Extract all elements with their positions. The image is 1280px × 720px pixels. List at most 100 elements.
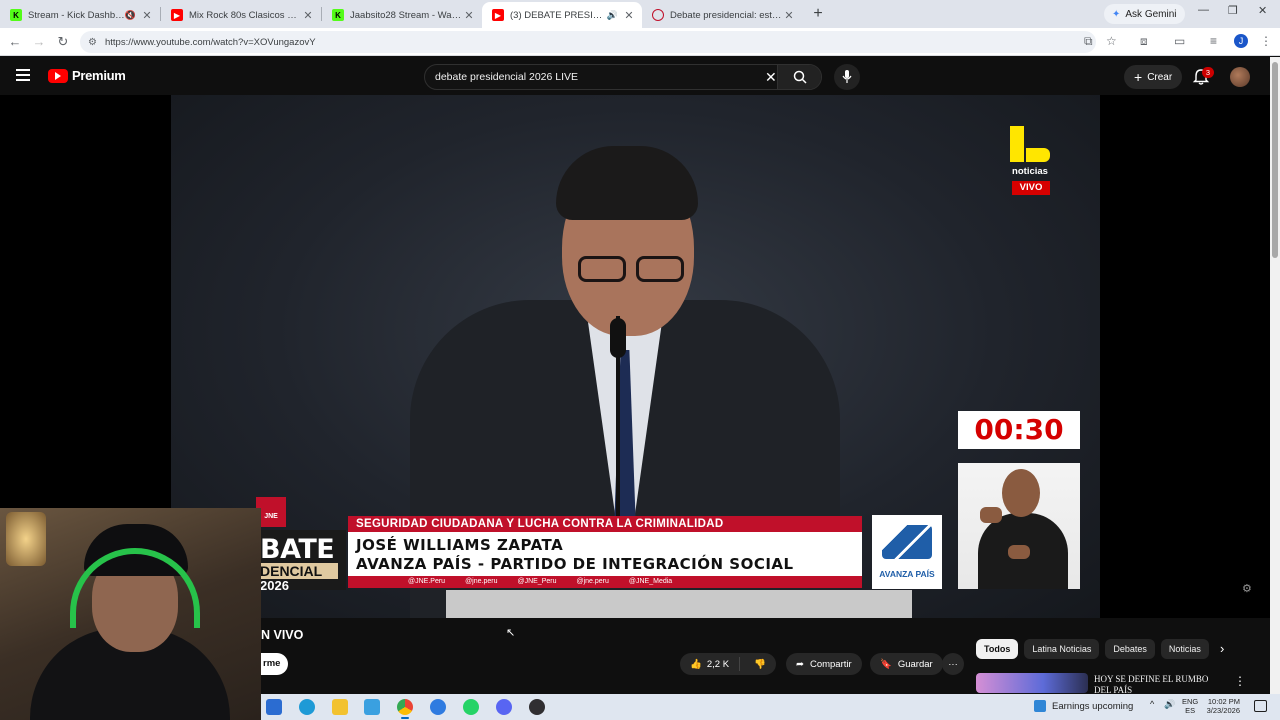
debate-word: BATE (260, 534, 335, 565)
chip-noticias[interactable]: Noticias (1160, 639, 1209, 659)
chip-latina-noticias[interactable]: Latina Noticias (1024, 639, 1100, 659)
minimize-icon[interactable]: — (1198, 4, 1209, 16)
site-info-icon[interactable]: ⚙ (88, 37, 97, 48)
extensions-icon[interactable]: ⧈ (1140, 34, 1148, 49)
profile-avatar[interactable]: J (1234, 34, 1248, 48)
notification-center-icon[interactable] (1254, 700, 1267, 712)
new-tab-button[interactable]: + (806, 5, 830, 23)
sign-language-interpreter (958, 463, 1080, 589)
tab-debate-article[interactable]: Debate presidencial: estos son ✕ (642, 2, 802, 28)
file-explorer-icon[interactable] (332, 699, 348, 715)
address-bar[interactable]: ⚙ https://www.youtube.com/watch?v=XOVung… (80, 31, 1096, 53)
audio-playing-icon[interactable]: 🔊 (607, 10, 618, 21)
like-dislike-group: 👍 2,2 K 👎 (680, 653, 776, 675)
edge-icon[interactable] (299, 699, 315, 715)
like-button[interactable]: 👍 2,2 K (680, 657, 741, 671)
podium (446, 590, 912, 618)
tab-jaabsito-stream[interactable]: K Jaabsito28 Stream - Watch Live ✕ (322, 2, 482, 28)
volume-icon[interactable]: 🔊 (1164, 699, 1175, 710)
kick-icon: K (332, 9, 344, 21)
live-tag: VIVO (1012, 181, 1050, 195)
thumbs-down-icon: 👎 (754, 658, 766, 670)
related-filter-chips: Todos Latina Noticias Debates Noticias (976, 639, 1209, 659)
scrollbar-thumb[interactable] (1272, 62, 1278, 258)
player-settings-icon[interactable]: ⚙ (1242, 582, 1252, 595)
subscribe-button[interactable]: rme (261, 653, 289, 675)
recommended-thumbnail[interactable] (976, 673, 1088, 693)
chevron-right-icon[interactable]: › (1220, 641, 1224, 656)
search-input[interactable] (435, 71, 755, 83)
share-button[interactable]: ➦ Compartir (786, 653, 862, 675)
active-app-indicator (401, 717, 409, 719)
page-icon (652, 9, 664, 21)
dislike-button[interactable]: 👎 (746, 659, 774, 670)
clock[interactable]: 10:02 PM 3/23/2026 (1204, 697, 1240, 715)
app-icon[interactable] (430, 699, 446, 715)
tab-title: (3) DEBATE PRESIDENCIAL (510, 9, 607, 21)
close-tab-icon[interactable]: ✕ (622, 9, 636, 22)
discord-icon[interactable] (496, 699, 512, 715)
party-logo-name: AVANZA PAÍS (879, 569, 935, 579)
plus-icon: + (1134, 69, 1143, 85)
store-icon[interactable] (364, 699, 380, 715)
chip-todos[interactable]: Todos (976, 639, 1019, 659)
browser-tab-strip: K Stream - Kick Dashboard 🔇 ✕ ▶ Mix Rock… (0, 0, 1280, 28)
debate-timer: 00:30 (958, 411, 1080, 449)
side-panel-icon[interactable]: ▭ (1174, 34, 1185, 48)
kick-icon: K (10, 9, 22, 21)
whatsapp-icon[interactable] (463, 699, 479, 715)
obs-icon[interactable] (529, 699, 545, 715)
recommended-more-icon[interactable]: ⋮ (1234, 674, 1246, 688)
account-avatar[interactable] (1230, 67, 1250, 87)
menu-icon[interactable]: ⋮ (1260, 34, 1272, 48)
tray-chevron-icon[interactable]: ^ (1150, 699, 1154, 709)
bookmark-star-icon[interactable]: ☆ (1106, 34, 1117, 48)
close-tab-icon[interactable]: ✕ (140, 9, 154, 22)
create-button[interactable]: + Crear (1124, 65, 1183, 89)
reload-icon[interactable]: ↻ (51, 34, 75, 50)
brand-label: Premium (72, 68, 126, 83)
voice-search-button[interactable] (834, 64, 860, 90)
close-tab-icon[interactable]: ✕ (782, 9, 796, 22)
screen: K Stream - Kick Dashboard 🔇 ✕ ▶ Mix Rock… (0, 0, 1280, 720)
back-icon[interactable]: ← (3, 34, 27, 49)
install-app-icon[interactable]: ⧉ (1084, 34, 1093, 49)
mute-icon[interactable]: 🔇 (125, 10, 136, 21)
youtube-logo[interactable]: Premium (48, 68, 126, 83)
instagram-handle: @jne.peru (465, 578, 498, 585)
tab-mix-rock[interactable]: ▶ Mix Rock 80s Clasicos 2021 dj ✕ (161, 2, 321, 28)
youtube-icon: ▶ (171, 9, 183, 21)
debate-word-2: DENCIAL (260, 563, 338, 579)
close-window-icon[interactable]: ✕ (1258, 4, 1267, 17)
widgets-button[interactable]: Earnings upcoming (1034, 700, 1133, 712)
chip-debates[interactable]: Debates (1105, 639, 1155, 659)
tab-debate-presidencial[interactable]: ▶ (3) DEBATE PRESIDENCIAL 🔊 ✕ (482, 2, 642, 28)
debate-graphic: BATE DENCIAL 2026 (260, 530, 346, 593)
search-button[interactable] (777, 65, 821, 89)
forward-icon[interactable]: → (27, 34, 51, 49)
recommended-title[interactable]: HOY SE DEFINE EL RUMBO DEL PAÍS (1094, 674, 1220, 694)
maximize-icon[interactable]: ❐ (1228, 4, 1238, 17)
facebook-handle: @JNE.Peru (408, 578, 446, 585)
hamburger-menu-icon[interactable] (16, 69, 30, 81)
tab-title: Debate presidencial: estos son (670, 9, 782, 21)
clear-search-icon[interactable]: ✕ (765, 69, 777, 86)
input-language[interactable]: ENG ES (1182, 697, 1198, 715)
tab-title: Stream - Kick Dashboard (28, 9, 125, 21)
chrome-icon[interactable] (397, 699, 413, 715)
speaker-glasses (578, 256, 686, 284)
tab-kick-dashboard[interactable]: K Stream - Kick Dashboard 🔇 ✕ (0, 2, 160, 28)
save-button[interactable]: 🔖 Guardar (870, 653, 943, 675)
reading-list-icon[interactable]: ≡ (1210, 34, 1217, 48)
ask-gemini-button[interactable]: ✦ Ask Gemini (1104, 4, 1185, 24)
save-label: Guardar (897, 658, 933, 670)
youtube-header: Premium ✕ + Crear (0, 57, 1270, 95)
more-actions-button[interactable]: ··· (942, 653, 964, 675)
share-label: Compartir (809, 658, 852, 670)
party-train-icon (882, 525, 932, 559)
close-tab-icon[interactable]: ✕ (301, 9, 315, 22)
social-handles: @JNE.Peru @jne.peru @JNE_Peru @jne.peru … (348, 576, 862, 588)
clock-time: 10:02 PM (1207, 697, 1240, 706)
close-tab-icon[interactable]: ✕ (462, 9, 476, 22)
task-view-icon[interactable] (266, 699, 282, 715)
